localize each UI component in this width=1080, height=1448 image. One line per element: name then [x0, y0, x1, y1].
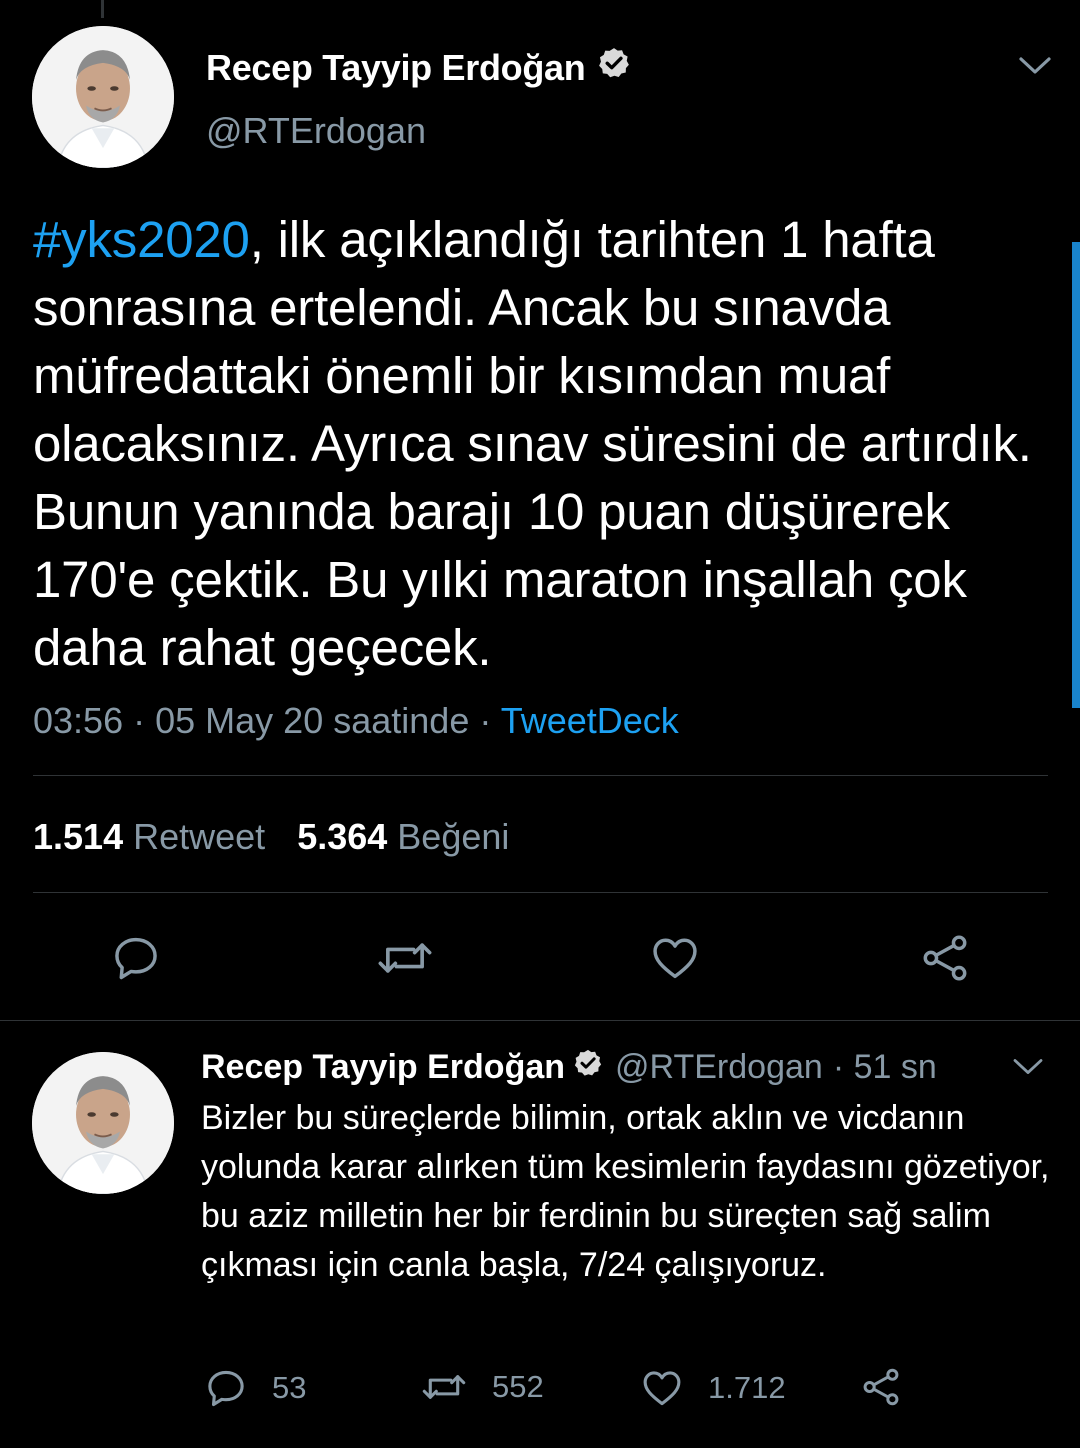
share-button[interactable]	[918, 932, 972, 984]
hashtag-link[interactable]: #yks2020	[33, 211, 250, 268]
reply-icon	[208, 1370, 244, 1407]
like-button[interactable]	[648, 932, 702, 984]
reply-count: 53	[272, 1370, 307, 1405]
meta-separator: ·	[479, 700, 492, 741]
tweet-meta: 03:56 · 05 May 20 saatinde · TweetDeck	[33, 700, 679, 742]
share-icon	[863, 1368, 899, 1406]
reply-author-name[interactable]: Recep Tayyip Erdoğan	[201, 1048, 565, 1087]
divider	[33, 892, 1048, 893]
tweet-text: #yks2020, ilk açıklandığı tarihten 1 haf…	[33, 206, 1033, 682]
author-name[interactable]: Recep Tayyip Erdoğan	[206, 47, 586, 89]
reply-reply-button[interactable]: 53	[204, 1366, 306, 1410]
retweet-count: 1.514	[33, 816, 124, 857]
like-icon	[643, 1371, 681, 1406]
retweet-stat[interactable]: 1.514 Retweet	[33, 816, 265, 857]
like-stat[interactable]: 5.364 Beğeni	[297, 816, 509, 857]
share-icon	[923, 935, 967, 981]
avatar-portrait	[32, 26, 174, 168]
like-count: 5.364	[297, 816, 388, 857]
reply-like-button[interactable]: 1.712	[640, 1366, 786, 1410]
reply-author-avatar[interactable]	[32, 1052, 174, 1194]
tweet-date: 05 May 20 saatinde	[155, 700, 470, 741]
thread-line	[101, 0, 104, 18]
reply-share-button[interactable]	[860, 1366, 902, 1408]
verified-badge-icon	[597, 46, 631, 89]
author-name-row[interactable]: Recep Tayyip Erdoğan	[206, 46, 631, 89]
like-label: Beğeni	[397, 816, 510, 857]
retweet-icon	[422, 1375, 466, 1399]
chevron-down-icon[interactable]	[1010, 1054, 1046, 1085]
divider	[33, 775, 1048, 776]
retweet-icon	[378, 943, 432, 973]
reply-button[interactable]	[110, 932, 162, 984]
tweet-stats: 1.514 Retweet 5.364 Beğeni	[33, 816, 509, 858]
chevron-down-icon[interactable]	[1016, 52, 1054, 85]
author-avatar[interactable]	[32, 26, 174, 168]
reply-time: · 51 sn	[832, 1048, 937, 1086]
reply-author-handle[interactable]: @RTErdogan	[615, 1048, 823, 1087]
like-count: 1.712	[708, 1370, 786, 1405]
meta-separator: ·	[133, 700, 146, 741]
reply-retweet-button[interactable]: 552	[420, 1366, 544, 1408]
avatar-portrait	[32, 1052, 174, 1194]
reply-header: Recep Tayyip Erdoğan @RTErdogan · 51 sn	[201, 1048, 937, 1087]
verified-badge-icon	[573, 1048, 603, 1087]
tweet-body: , ilk açıklandığı tarihten 1 hafta sonra…	[33, 211, 1032, 676]
section-divider	[0, 1020, 1080, 1021]
tweet-time: 03:56	[33, 700, 124, 741]
author-handle[interactable]: @RTErdogan	[206, 110, 426, 152]
tweet-source-link[interactable]: TweetDeck	[501, 700, 679, 741]
scrollbar[interactable]	[1072, 242, 1080, 708]
retweet-count: 552	[492, 1369, 544, 1404]
like-icon	[653, 938, 697, 979]
reply-icon	[115, 937, 157, 980]
reply-text: Bizler bu süreçlerde bilimin, ortak aklı…	[201, 1099, 1050, 1284]
retweet-button[interactable]	[375, 932, 435, 984]
retweet-label: Retweet	[133, 816, 266, 857]
